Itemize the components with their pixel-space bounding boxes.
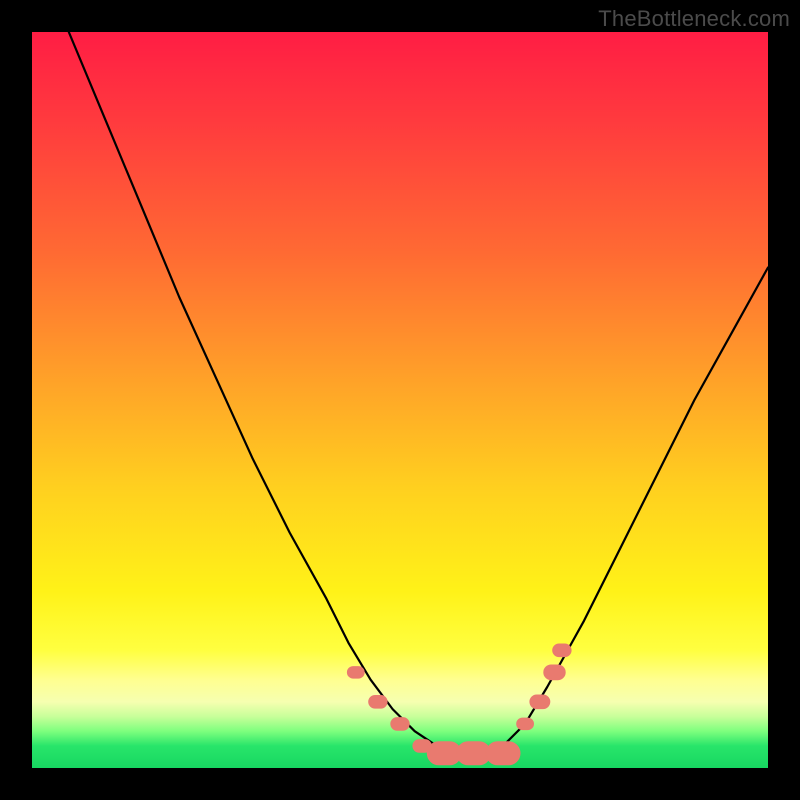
plot-area	[32, 32, 768, 768]
curve-marker	[391, 718, 409, 731]
curve-marker	[544, 665, 565, 680]
watermark-text: TheBottleneck.com	[598, 6, 790, 32]
curve-marker	[347, 667, 364, 679]
curve-marker	[553, 644, 571, 657]
curve-marker	[369, 696, 387, 709]
marker-group	[347, 644, 571, 765]
bottleneck-curve	[69, 32, 768, 753]
curve-marker	[517, 718, 534, 730]
curve-marker	[530, 695, 550, 709]
chart-frame: TheBottleneck.com	[0, 0, 800, 800]
chart-svg	[32, 32, 768, 768]
curve-marker	[457, 742, 491, 765]
curve-marker	[427, 742, 461, 765]
curve-marker	[486, 742, 520, 765]
